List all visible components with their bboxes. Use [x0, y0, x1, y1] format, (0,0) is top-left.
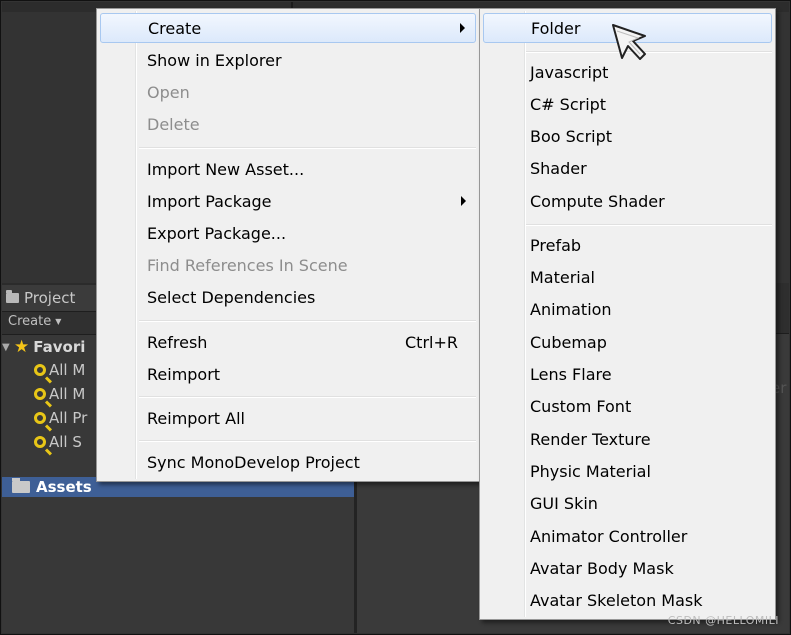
folder-icon — [12, 478, 30, 493]
menu-item-label: Physic Material — [530, 461, 651, 481]
menu-separator — [526, 224, 772, 226]
menu-item-refresh[interactable]: Refresh Ctrl+R — [100, 327, 476, 357]
menu-item-label: C# Script — [530, 94, 607, 114]
submenu-arrow-icon — [461, 196, 466, 206]
favorites-label: Favori — [33, 338, 86, 356]
submenu-item-lens-flare[interactable]: Lens Flare — [483, 359, 772, 389]
submenu-item-avatar-skeleton-mask[interactable]: Avatar Skeleton Mask — [483, 585, 772, 615]
tab-project[interactable]: Project — [2, 285, 98, 311]
favorite-item-label: All Pr — [49, 409, 88, 427]
favorite-item[interactable]: All M — [34, 361, 85, 379]
assets-label: Assets — [36, 478, 92, 496]
menu-item-label: Reimport All — [147, 408, 245, 428]
submenu-item-gui-skin[interactable]: GUI Skin — [483, 488, 772, 518]
favorite-item-label: All S — [49, 433, 82, 451]
menu-item-label: Custom Font — [530, 396, 632, 416]
favorite-item[interactable]: All Pr — [34, 409, 87, 427]
menu-item-create[interactable]: Create — [100, 13, 476, 43]
menu-item-delete: Delete — [100, 109, 476, 139]
tab-project-label: Project — [24, 289, 76, 307]
menu-item-export-package[interactable]: Export Package... — [100, 218, 476, 248]
menu-item-reimport[interactable]: Reimport — [100, 359, 476, 389]
dropdown-caret-icon: ▼ — [55, 317, 62, 326]
submenu-item-csharp-script[interactable]: C# Script — [483, 89, 772, 119]
submenu-item-avatar-body-mask[interactable]: Avatar Body Mask — [483, 553, 772, 583]
menu-item-label: Refresh — [147, 332, 208, 352]
menu-item-import-new-asset[interactable]: Import New Asset... — [100, 154, 476, 184]
submenu-item-boo-script[interactable]: Boo Script — [483, 121, 772, 151]
menu-separator — [139, 147, 476, 149]
menu-item-label: Import Package — [147, 191, 272, 211]
menu-item-label: Avatar Skeleton Mask — [530, 590, 703, 610]
submenu-item-cubemap[interactable]: Cubemap — [483, 327, 772, 357]
create-submenu: Folder Javascript C# Script Boo Script S… — [479, 8, 776, 620]
expand-arrow-icon[interactable]: ▼ — [2, 342, 10, 353]
menu-item-label: Javascript — [530, 62, 609, 82]
menu-item-label: Show in Explorer — [147, 50, 282, 70]
favorite-item-label: All M — [49, 361, 86, 379]
menu-separator — [139, 320, 476, 322]
watermark: CSDN @HELLOMILI — [667, 614, 779, 627]
menu-item-label: Import New Asset... — [147, 159, 305, 179]
favorite-item[interactable]: All M — [34, 385, 85, 403]
menu-item-find-references: Find References In Scene — [100, 250, 476, 280]
search-icon — [34, 388, 46, 400]
menu-item-label: Material — [530, 267, 595, 287]
search-icon — [34, 436, 46, 448]
menu-item-label: Lens Flare — [530, 364, 612, 384]
menu-separator — [139, 396, 476, 398]
submenu-item-animation[interactable]: Animation — [483, 294, 772, 324]
submenu-arrow-icon — [460, 23, 465, 33]
menu-item-label: Folder — [531, 18, 581, 38]
submenu-item-shader[interactable]: Shader — [483, 153, 772, 183]
shortcut-label: Ctrl+R — [405, 332, 458, 352]
menu-item-sync-monodevelop[interactable]: Sync MonoDevelop Project — [100, 447, 476, 477]
favorite-item[interactable]: All S — [34, 433, 82, 451]
create-dropdown[interactable]: Create ▼ — [8, 314, 61, 329]
menu-item-import-package[interactable]: Import Package — [100, 186, 476, 216]
context-menu: Create Show in Explorer Open Delete Impo… — [96, 8, 480, 482]
menu-item-reimport-all[interactable]: Reimport All — [100, 403, 476, 433]
menu-item-label: Create — [148, 18, 202, 38]
menu-item-label: Sync MonoDevelop Project — [147, 452, 360, 472]
menu-separator — [139, 440, 476, 442]
create-dropdown-label: Create — [8, 314, 52, 329]
menu-item-label: Animator Controller — [530, 526, 688, 546]
submenu-item-compute-shader[interactable]: Compute Shader — [483, 186, 772, 216]
submenu-item-material[interactable]: Material — [483, 262, 772, 292]
search-icon — [34, 364, 46, 376]
menu-item-label: GUI Skin — [530, 493, 598, 513]
menu-item-label: Open — [147, 82, 190, 102]
menu-item-select-dependencies[interactable]: Select Dependencies — [100, 282, 476, 312]
submenu-item-render-texture[interactable]: Render Texture — [483, 424, 772, 454]
menu-item-label: Avatar Body Mask — [530, 558, 674, 578]
mouse-cursor-icon — [612, 24, 646, 60]
menu-item-label: Cubemap — [530, 332, 607, 352]
menu-item-label: Compute Shader — [530, 191, 665, 211]
menu-item-label: Shader — [530, 158, 587, 178]
menu-item-label: Boo Script — [530, 126, 613, 146]
menu-item-label: Prefab — [530, 235, 582, 255]
menu-item-label: Render Texture — [530, 429, 651, 449]
submenu-item-prefab[interactable]: Prefab — [483, 230, 772, 260]
submenu-item-custom-font[interactable]: Custom Font — [483, 391, 772, 421]
favorite-item-label: All M — [49, 385, 86, 403]
submenu-item-physic-material[interactable]: Physic Material — [483, 456, 772, 486]
menu-item-show-in-explorer[interactable]: Show in Explorer — [100, 45, 476, 75]
menu-item-open: Open — [100, 77, 476, 107]
menu-item-label: Reimport — [147, 364, 221, 384]
menu-item-label: Animation — [530, 299, 612, 319]
favorites-header[interactable]: ▼ ★ Favori — [2, 337, 85, 357]
menu-item-label: Export Package... — [147, 223, 287, 243]
star-icon: ★ — [14, 337, 30, 357]
menu-item-label: Delete — [147, 114, 200, 134]
search-icon — [34, 412, 46, 424]
menu-item-label: Find References In Scene — [147, 255, 348, 275]
menu-item-label: Select Dependencies — [147, 287, 316, 307]
submenu-item-animator-controller[interactable]: Animator Controller — [483, 521, 772, 551]
folder-icon — [6, 290, 19, 303]
